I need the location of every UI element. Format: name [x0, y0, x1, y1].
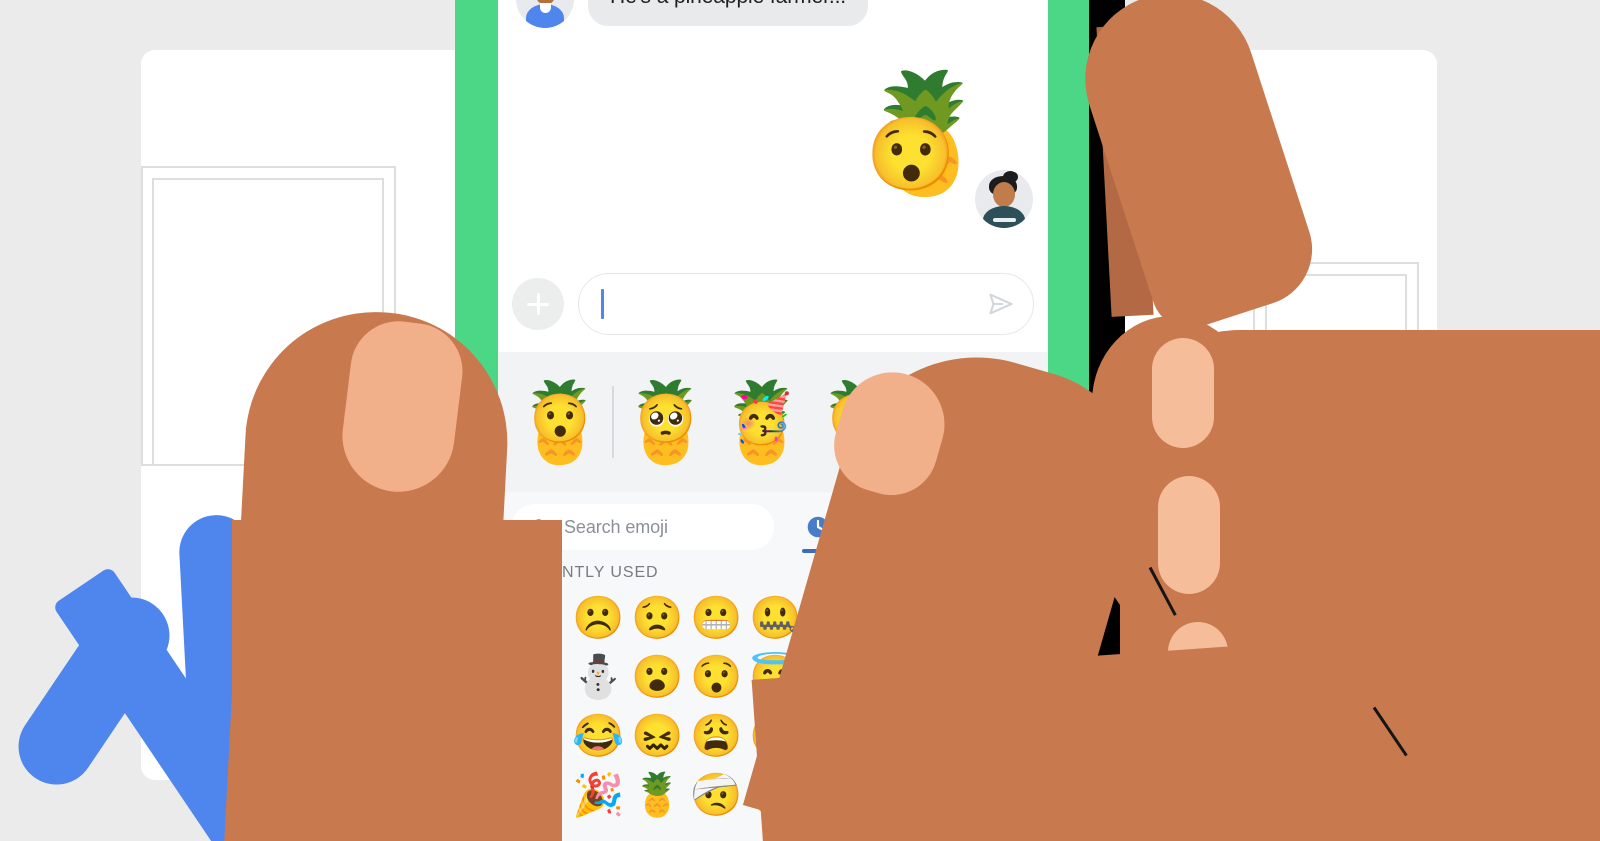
message-composer [498, 258, 1048, 350]
suggestion-divider [612, 386, 614, 458]
hushed-face-overlay: 😯 [866, 115, 956, 195]
sent-emoji-sticker: 🍍 😯 [853, 75, 997, 191]
suggestion-overlay-3: 🥳 [732, 393, 792, 446]
send-icon[interactable] [987, 290, 1015, 318]
suggestion-overlay-2: 🥺 [636, 393, 696, 446]
message-incoming: He's a pineapple farmer... [516, 0, 869, 28]
emoji-cell[interactable]: 🤕 [687, 765, 746, 824]
contact-avatar [516, 0, 574, 28]
text-caret [601, 289, 604, 319]
message-bubble-text: He's a pineapple farmer... [588, 0, 869, 27]
add-attachment-button[interactable] [512, 278, 564, 330]
message-input[interactable] [578, 273, 1034, 335]
emoji-cell[interactable]: 🍍 [628, 765, 687, 824]
emoji-cell[interactable]: 😟 [628, 588, 687, 647]
right-hand-highlight-1 [1152, 338, 1214, 448]
emoji-cell[interactable]: 😖 [628, 706, 687, 765]
emoji-cell[interactable]: 😂 [569, 706, 628, 765]
suggestion-overlay-1: 😯 [530, 393, 590, 446]
emoji-cell[interactable]: 😬 [687, 588, 746, 647]
suggestion-item-3[interactable]: 🍍 🥳 [713, 362, 810, 482]
search-placeholder-text: Search emoji [564, 516, 668, 537]
emoji-cell[interactable]: ☹️ [569, 588, 628, 647]
emoji-cell[interactable]: ⛄ [569, 647, 628, 706]
suggestion-item-2[interactable]: 🍍 🥺 [617, 362, 714, 482]
emoji-cell[interactable]: 😯 [687, 647, 746, 706]
emoji-cell[interactable]: 🎉 [569, 765, 628, 824]
emoji-cell[interactable]: 😩 [687, 706, 746, 765]
emoji-cell[interactable]: 😮 [628, 647, 687, 706]
suggestion-item-1[interactable]: 🍍 😯 [511, 362, 608, 482]
screenshot-root: He's a pineapple farmer... 🍍 😯 [0, 0, 1600, 841]
user-avatar [975, 170, 1033, 228]
right-hand-highlight-2 [1158, 476, 1220, 594]
